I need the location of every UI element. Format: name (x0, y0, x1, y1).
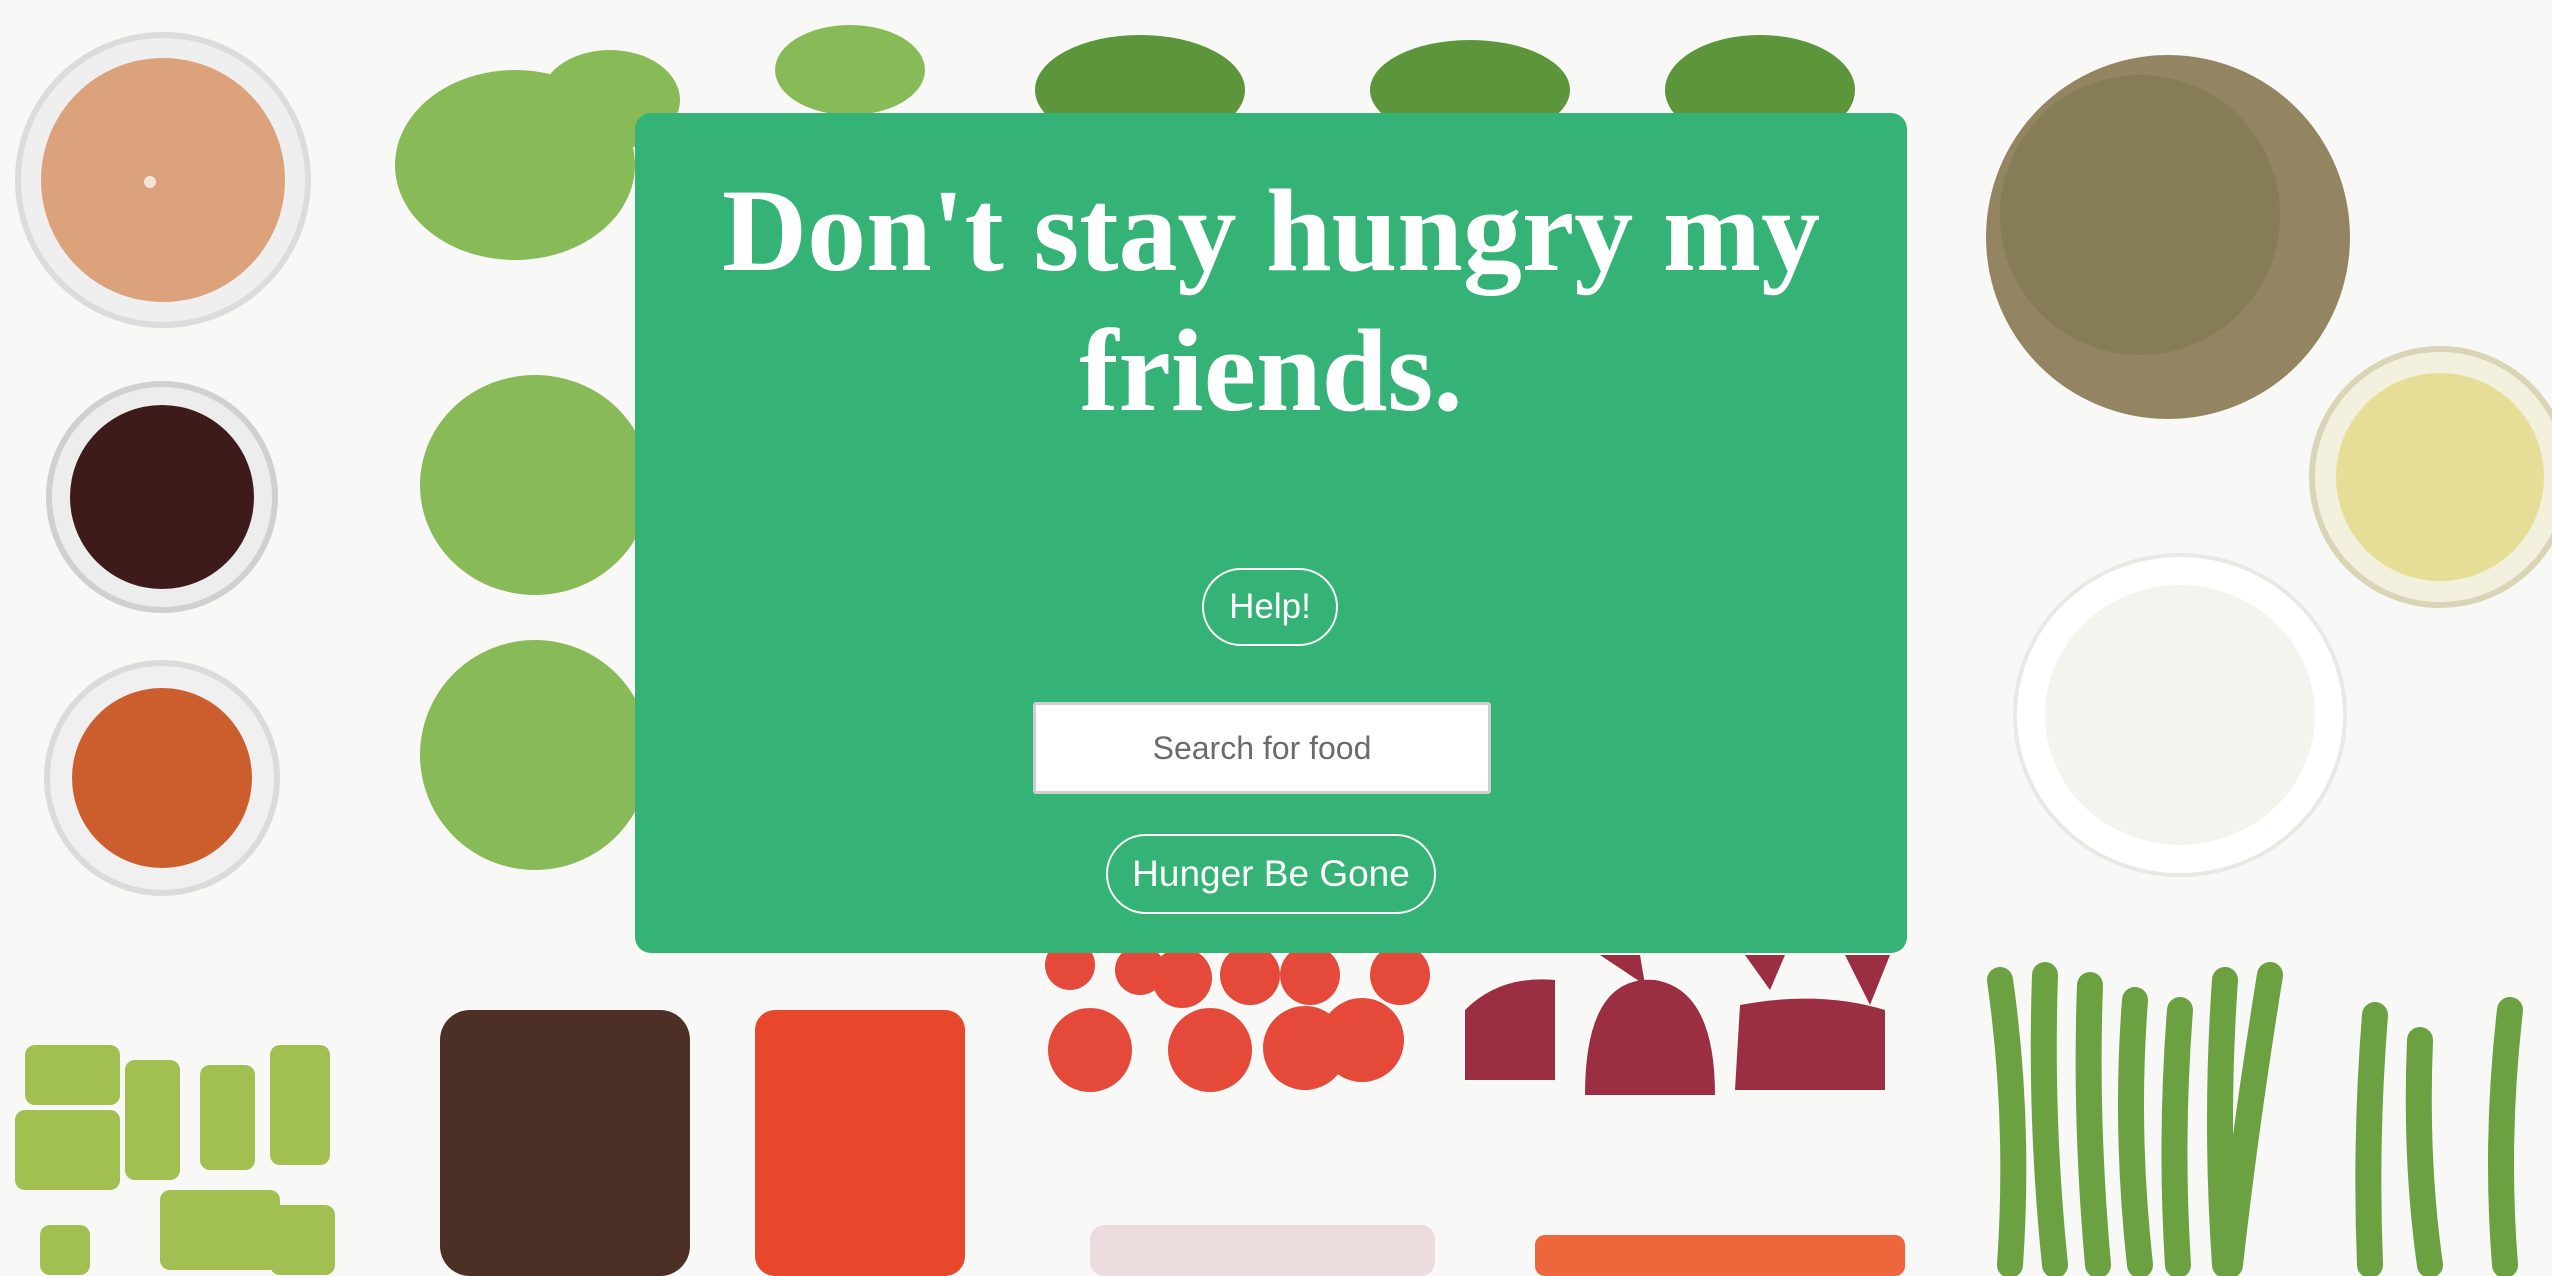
hero-card: Don't stay hungry my friends. Help! Hung… (635, 113, 1907, 953)
search-input[interactable] (1033, 702, 1491, 794)
hunger-be-gone-button[interactable]: Hunger Be Gone (1106, 834, 1436, 914)
help-button[interactable]: Help! (1202, 568, 1338, 646)
page-title: Don't stay hungry my friends. (721, 165, 1821, 436)
